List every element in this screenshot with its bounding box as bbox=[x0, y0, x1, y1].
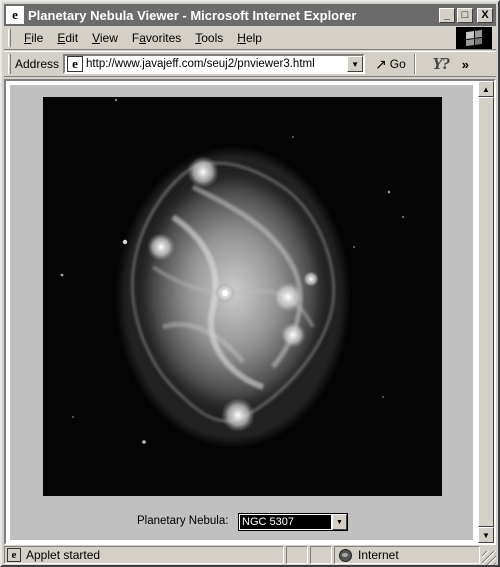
scroll-down-button[interactable]: ▼ bbox=[478, 527, 494, 543]
minimize-button[interactable]: _ bbox=[439, 7, 455, 23]
maximize-button[interactable]: □ bbox=[457, 7, 473, 23]
menu-favorites[interactable]: Favorites bbox=[125, 31, 188, 45]
menu-help[interactable]: Help bbox=[230, 31, 269, 45]
chevron-down-icon[interactable]: ▼ bbox=[332, 514, 347, 530]
status-message-pane: e Applet started bbox=[4, 546, 284, 564]
address-dropdown-button[interactable]: ▼ bbox=[347, 56, 364, 72]
menu-file[interactable]: File bbox=[17, 31, 50, 45]
scroll-up-button[interactable]: ▲ bbox=[478, 81, 494, 97]
status-pane-progress bbox=[286, 546, 308, 564]
status-bar: e Applet started Internet bbox=[4, 545, 496, 565]
nebula-selector-label: Planetary Nebula: bbox=[137, 515, 229, 527]
page-icon: e bbox=[67, 56, 84, 72]
menu-view[interactable]: View bbox=[85, 31, 125, 45]
nebula-image bbox=[43, 97, 442, 496]
go-arrow-icon: ↗ bbox=[375, 55, 387, 72]
status-pane-security bbox=[310, 546, 332, 564]
menu-edit[interactable]: Edit bbox=[50, 31, 85, 45]
title-bar[interactable]: e Planetary Nebula Viewer - Microsoft In… bbox=[4, 4, 496, 26]
toolbar-grip[interactable] bbox=[8, 28, 11, 47]
menu-bar: File Edit View Favorites Tools Help bbox=[4, 26, 496, 50]
ie-page-icon: e bbox=[7, 548, 21, 562]
window-title: Planetary Nebula Viewer - Microsoft Inte… bbox=[28, 7, 357, 23]
nebula-picture bbox=[43, 97, 442, 496]
toolbar-overflow-chevron[interactable]: » bbox=[462, 57, 469, 72]
yahoo-companion-icon[interactable]: Y? bbox=[424, 54, 458, 74]
status-zone-label: Internet bbox=[358, 548, 399, 562]
menu-tools[interactable]: Tools bbox=[188, 31, 230, 45]
ie-page-icon[interactable]: e bbox=[6, 6, 24, 24]
java-applet[interactable]: Planetary Nebula: NGC 5307 ▼ bbox=[10, 85, 473, 540]
status-message: Applet started bbox=[26, 548, 101, 562]
close-button[interactable]: X bbox=[477, 7, 493, 23]
vertical-scrollbar[interactable]: ▲ ▼ bbox=[478, 81, 494, 543]
windows-logo-icon bbox=[456, 26, 492, 49]
scroll-thumb[interactable] bbox=[478, 97, 494, 527]
content-frame: Planetary Nebula: NGC 5307 ▼ ▲ ▼ bbox=[4, 79, 496, 545]
address-input[interactable]: e http://www.javajeff.com/seuj2/pnviewer… bbox=[63, 54, 366, 74]
toolbar-separator bbox=[413, 54, 416, 74]
globe-icon bbox=[339, 548, 352, 562]
address-bar: Address e http://www.javajeff.com/seuj2/… bbox=[4, 51, 496, 77]
toolbar-grip[interactable] bbox=[8, 54, 11, 74]
nebula-select-value: NGC 5307 bbox=[240, 515, 331, 529]
status-zone-pane[interactable]: Internet bbox=[334, 546, 480, 564]
go-button[interactable]: ↗ Go bbox=[375, 56, 406, 73]
go-label: Go bbox=[389, 57, 406, 71]
nebula-selector-row: Planetary Nebula: NGC 5307 ▼ bbox=[10, 512, 473, 532]
resize-grip[interactable] bbox=[482, 551, 496, 565]
nebula-select[interactable]: NGC 5307 ▼ bbox=[238, 513, 348, 531]
browser-window: e Planetary Nebula Viewer - Microsoft In… bbox=[0, 0, 500, 567]
address-url[interactable]: http://www.javajeff.com/seuj2/pnviewer3.… bbox=[86, 58, 347, 70]
web-page: Planetary Nebula: NGC 5307 ▼ bbox=[6, 81, 478, 543]
address-label: Address bbox=[15, 57, 60, 71]
